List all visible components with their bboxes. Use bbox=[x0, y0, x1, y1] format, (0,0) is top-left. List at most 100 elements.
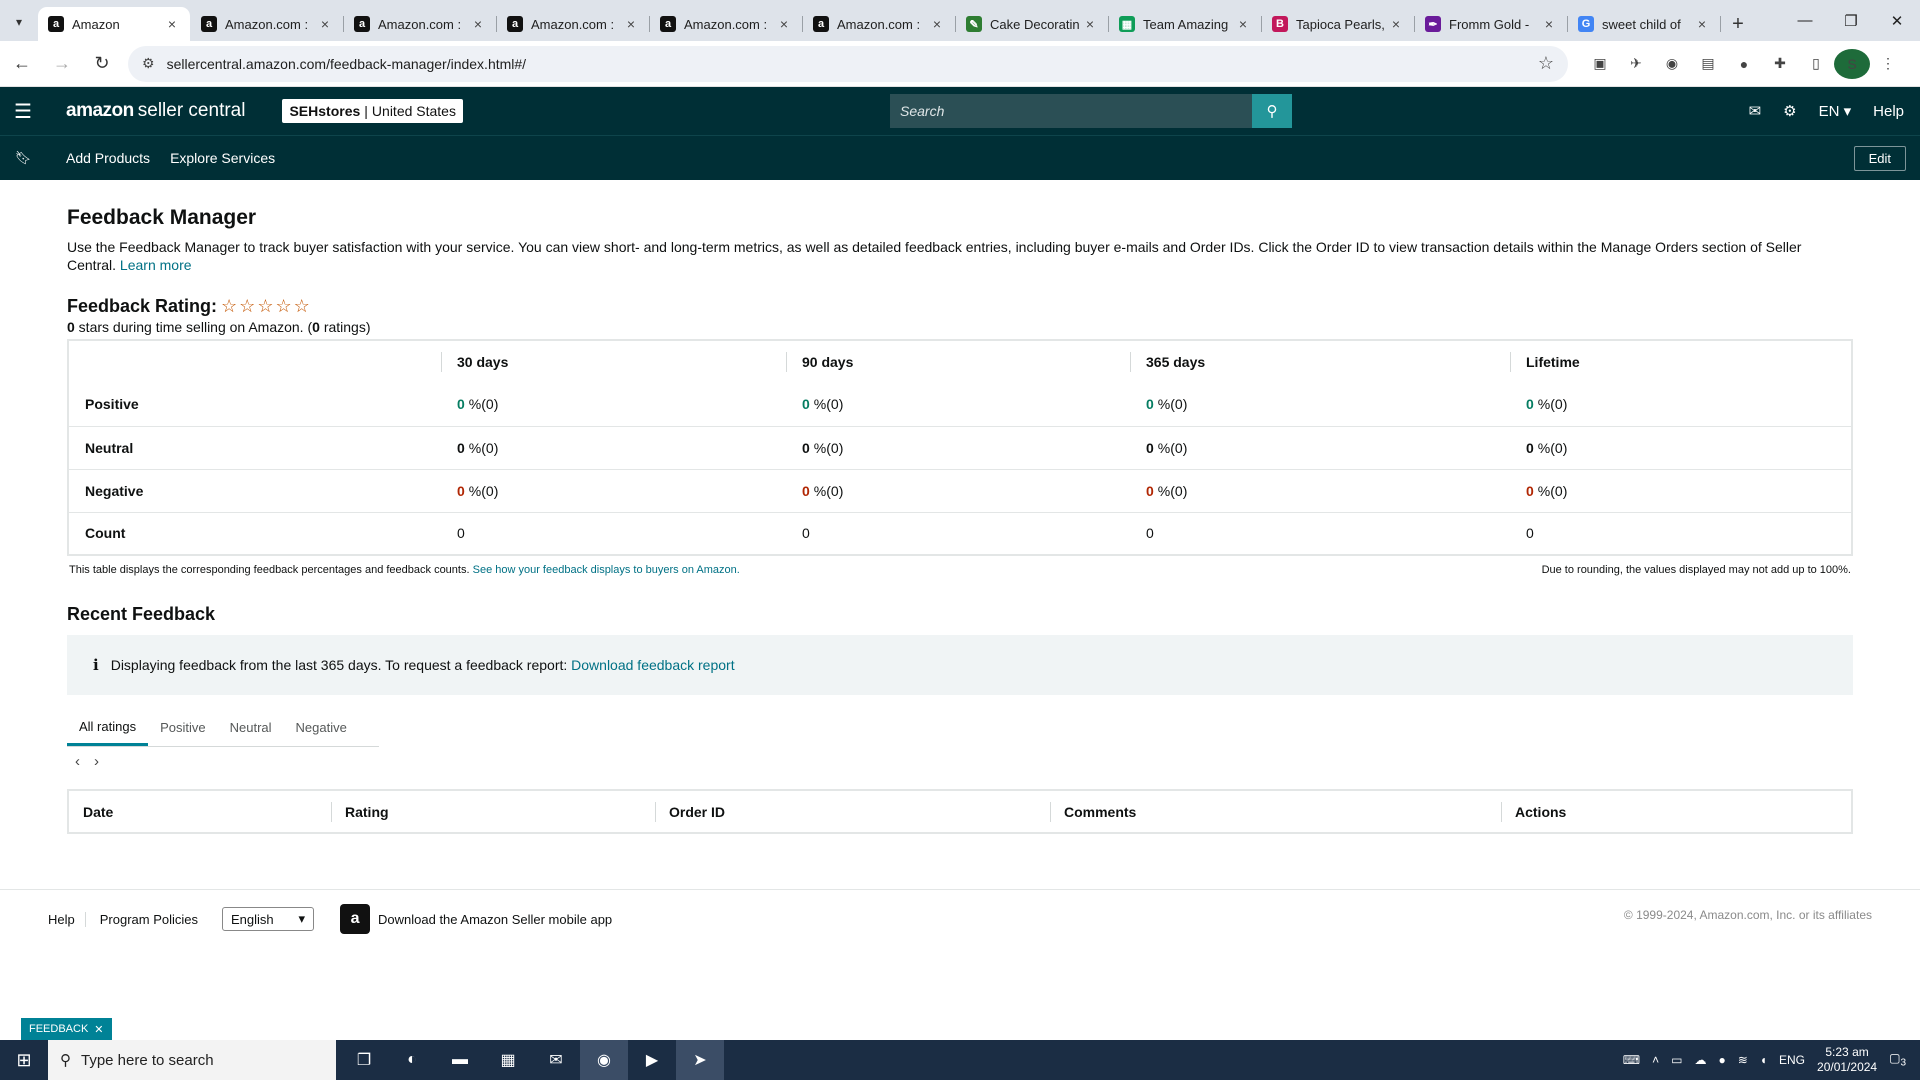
profile-avatar[interactable]: S bbox=[1834, 48, 1870, 79]
zoom-icon[interactable]: ▶ bbox=[628, 1040, 676, 1080]
seller-central-logo[interactable]: amazon seller central bbox=[66, 100, 245, 122]
tab-close-icon[interactable]: × bbox=[470, 16, 486, 32]
edge-icon[interactable]: ◐ bbox=[388, 1040, 436, 1080]
amazon-icon: a bbox=[507, 16, 523, 32]
browser-tab[interactable]: ▦ Team Amazing × bbox=[1109, 7, 1262, 41]
windows-start-icon[interactable]: ⊞ bbox=[0, 1040, 48, 1080]
close-icon[interactable]: ✕ bbox=[94, 1023, 103, 1036]
restore-button[interactable]: ❐ bbox=[1828, 0, 1874, 41]
browser-tab[interactable]: ✎ Cake Decoratin × bbox=[956, 7, 1109, 41]
tab-close-icon[interactable]: × bbox=[1694, 16, 1710, 32]
taskbar-search[interactable]: ⚲ Type here to search bbox=[48, 1040, 336, 1080]
tab-close-icon[interactable]: × bbox=[1541, 16, 1557, 32]
tab-close-icon[interactable]: × bbox=[623, 16, 639, 32]
browser-tab[interactable]: ✒ Fromm Gold - × bbox=[1415, 7, 1568, 41]
browser-tab[interactable]: a Amazon × bbox=[38, 7, 190, 41]
add-products-link[interactable]: Add Products bbox=[66, 150, 150, 166]
extension-icon[interactable]: ▣ bbox=[1582, 49, 1618, 79]
tab-close-icon[interactable]: × bbox=[1388, 16, 1404, 32]
chrome-icon[interactable]: ◉ bbox=[580, 1040, 628, 1080]
metrics-row-label: Negative bbox=[68, 468, 441, 512]
new-tab-button[interactable]: + bbox=[1721, 7, 1755, 41]
feedback-rating-title: Feedback Rating: bbox=[67, 296, 218, 316]
reload-button[interactable]: ↻ bbox=[84, 46, 120, 82]
back-button[interactable]: ← bbox=[4, 46, 40, 82]
extension-icon[interactable]: ▤ bbox=[1690, 49, 1726, 79]
download-feedback-report-link[interactable]: Download feedback report bbox=[571, 657, 734, 673]
tab-close-icon[interactable]: × bbox=[929, 16, 945, 32]
telegram-icon[interactable]: ➤ bbox=[676, 1040, 724, 1080]
microphone-icon[interactable]: ● bbox=[1718, 1053, 1725, 1067]
settings-gear-icon[interactable]: ⚙ bbox=[1783, 102, 1796, 120]
forward-button[interactable]: → bbox=[44, 46, 80, 82]
keyboard-icon[interactable]: ⌨ bbox=[1623, 1053, 1640, 1067]
feedback-tab[interactable]: FEEDBACK ✕ bbox=[21, 1018, 112, 1040]
tray-chevron-icon[interactable]: ˄ bbox=[1652, 1053, 1659, 1067]
metrics-value: 0 bbox=[1526, 396, 1534, 413]
tab-positive[interactable]: Positive bbox=[148, 709, 218, 746]
footer-language-select[interactable]: English ▾ bbox=[222, 907, 315, 931]
see-feedback-display-link[interactable]: See how your feedback displays to buyers… bbox=[473, 564, 740, 576]
search-icon[interactable]: ⚲ bbox=[1252, 94, 1292, 128]
close-window-button[interactable]: ✕ bbox=[1874, 0, 1920, 41]
notifications-icon[interactable]: ▢3 bbox=[1889, 1051, 1906, 1068]
url-text[interactable]: sellercentral.amazon.com/feedback-manage… bbox=[167, 56, 1538, 72]
extension-icon[interactable]: ● bbox=[1726, 49, 1762, 79]
clock[interactable]: 5:23 am 20/01/2024 bbox=[1817, 1045, 1877, 1075]
tab-negative[interactable]: Negative bbox=[284, 709, 359, 746]
task-view-icon[interactable]: ❐ bbox=[340, 1040, 388, 1080]
browser-menu-icon[interactable]: ⋮ bbox=[1870, 49, 1906, 79]
store-icon[interactable]: ▦ bbox=[484, 1040, 532, 1080]
browser-tab[interactable]: B Tapioca Pearls, × bbox=[1262, 7, 1415, 41]
tab-neutral[interactable]: Neutral bbox=[218, 709, 284, 746]
hamburger-menu-icon[interactable]: ☰ bbox=[0, 99, 46, 124]
minimize-button[interactable]: — bbox=[1782, 0, 1828, 41]
language-selector[interactable]: EN ▾ bbox=[1819, 102, 1852, 120]
tab-close-icon[interactable]: × bbox=[776, 16, 792, 32]
footer-help-link[interactable]: Help bbox=[48, 912, 85, 927]
search-input[interactable] bbox=[890, 94, 1252, 128]
metrics-value: 0 bbox=[1146, 482, 1154, 499]
browser-tab[interactable]: Gsweet child of × bbox=[1568, 7, 1721, 41]
edit-bookmarks-button[interactable]: Edit bbox=[1853, 146, 1906, 171]
side-panel-icon[interactable]: ▯ bbox=[1798, 49, 1834, 79]
col-date[interactable]: Date bbox=[68, 790, 331, 833]
browser-tab[interactable]: a Amazon.com : × bbox=[191, 7, 344, 41]
tab-close-icon[interactable]: × bbox=[164, 16, 180, 32]
tab-search-button[interactable]: ▾ bbox=[0, 3, 38, 41]
file-explorer-icon[interactable]: ▬ bbox=[436, 1040, 484, 1080]
learn-more-link[interactable]: Learn more bbox=[120, 257, 192, 273]
meet-now-icon[interactable]: ▭ bbox=[1671, 1053, 1682, 1067]
footer-program-policies-link[interactable]: Program Policies bbox=[84, 911, 208, 927]
help-link[interactable]: Help bbox=[1873, 103, 1904, 120]
address-bar[interactable]: ⚙ sellercentral.amazon.com/feedback-mana… bbox=[128, 45, 1568, 82]
wifi-icon[interactable]: ≋ bbox=[1738, 1053, 1748, 1067]
col-rating[interactable]: Rating bbox=[331, 790, 655, 833]
tab-close-icon[interactable]: × bbox=[317, 16, 333, 32]
browser-tab[interactable]: a Amazon.com : × bbox=[344, 7, 497, 41]
input-language[interactable]: ENG bbox=[1779, 1053, 1805, 1067]
col-order-id[interactable]: Order ID bbox=[655, 790, 1050, 833]
extension-icon[interactable]: ✈ bbox=[1618, 49, 1654, 79]
browser-tab[interactable]: a Amazon.com : × bbox=[497, 7, 650, 41]
volume-icon[interactable]: ◖ bbox=[1760, 1053, 1767, 1067]
store-switcher[interactable]: SEHstores | United States bbox=[282, 99, 463, 123]
mail-icon[interactable]: ✉ bbox=[1749, 102, 1762, 120]
pager-next-icon[interactable]: › bbox=[94, 753, 99, 770]
tab-close-icon[interactable]: × bbox=[1235, 16, 1251, 32]
site-info-icon[interactable]: ⚙ bbox=[142, 55, 155, 72]
bookmark-star-icon[interactable]: ☆ bbox=[1538, 53, 1554, 74]
browser-tab[interactable]: a Amazon.com : × bbox=[803, 7, 956, 41]
browser-tab[interactable]: a Amazon.com : × bbox=[650, 7, 803, 41]
extensions-puzzle-icon[interactable]: ✚ bbox=[1762, 49, 1798, 79]
tab-all-ratings[interactable]: All ratings bbox=[67, 709, 149, 746]
mail-app-icon[interactable]: ✉ bbox=[532, 1040, 580, 1080]
feedback-metrics-table: 30 days 90 days 365 days Lifetime Positi… bbox=[67, 339, 1853, 556]
explore-services-link[interactable]: Explore Services bbox=[170, 150, 275, 166]
extension-icon[interactable]: ◉ bbox=[1654, 49, 1690, 79]
mobile-app-download[interactable]: a Download the Amazon Seller mobile app bbox=[340, 904, 612, 934]
pager-prev-icon[interactable]: ‹ bbox=[75, 753, 80, 770]
tab-close-icon[interactable]: × bbox=[1082, 16, 1098, 32]
onedrive-icon[interactable]: ☁ bbox=[1694, 1053, 1706, 1067]
bookmark-icon[interactable]: 🔖︎ bbox=[0, 150, 46, 166]
